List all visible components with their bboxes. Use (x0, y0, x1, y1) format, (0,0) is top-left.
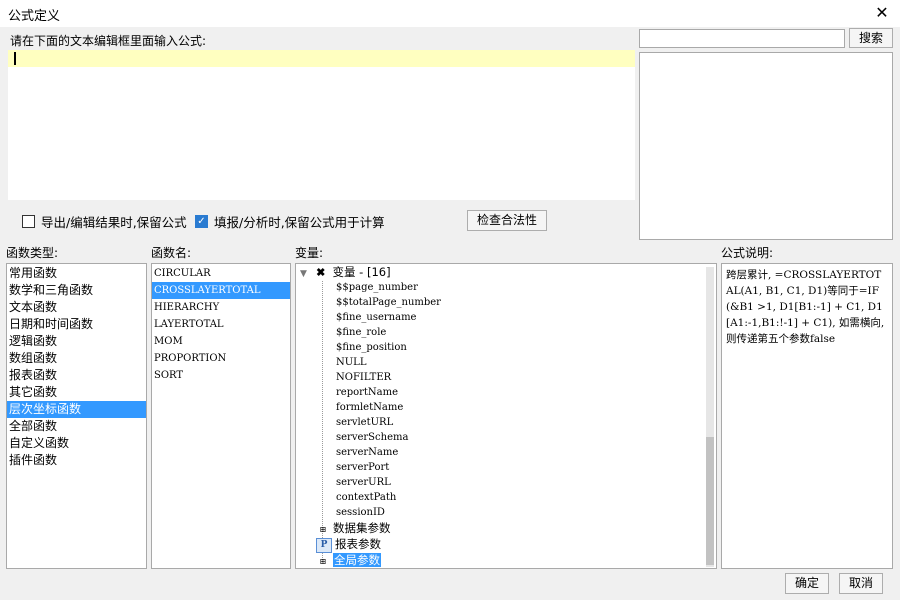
variable-item[interactable]: $fine_username (336, 310, 416, 325)
keep-formula-fill-label: 填报/分析时,保留公式用于计算 (214, 214, 385, 230)
param-group-label: 数据集参数 (333, 521, 391, 535)
variable-item[interactable]: $$totalPage_number (336, 295, 441, 310)
function-name-label: 函数名: (151, 246, 192, 260)
param-group-global[interactable]: ⊞ 全局参数 (316, 553, 381, 568)
collapse-arrow-icon[interactable]: ▼ (300, 269, 307, 279)
function-type-label: 函数类型: (6, 246, 59, 260)
variables-x-icon: ✖ (316, 266, 326, 279)
keep-formula-export-label: 导出/编辑结果时,保留公式 (41, 214, 187, 230)
variable-item[interactable]: serverPort (336, 460, 389, 475)
keep-formula-export-checkbox[interactable] (22, 214, 35, 228)
function-type-item[interactable]: 全部函数 (7, 418, 146, 435)
variable-item[interactable]: NOFILTER (336, 370, 391, 385)
function-name-item[interactable]: CIRCULAR (152, 265, 290, 282)
variables-label: 变量: (295, 246, 324, 260)
formula-description-text: 跨层累计, =CROSSLAYERTOTAL(A1, B1, C1, D1)等同… (726, 269, 885, 345)
keep-formula-fill-option[interactable]: ✓ 填报/分析时,保留公式用于计算 (195, 211, 385, 231)
variable-item[interactable]: serverName (336, 445, 398, 460)
function-type-list[interactable]: 常用函数 数学和三角函数 文本函数 日期和时间函数 逻辑函数 数组函数 报表函数… (6, 263, 147, 569)
search-results[interactable] (639, 52, 893, 240)
function-name-item[interactable]: LAYERTOTAL (152, 316, 290, 333)
tree-guide-line (322, 281, 323, 562)
global-param-icon: ⊞ (319, 557, 327, 566)
variable-item[interactable]: sessionID (336, 505, 385, 520)
function-type-item[interactable]: 文本函数 (7, 299, 146, 316)
function-name-item-selected[interactable]: CROSSLAYERTOTAL (152, 282, 290, 299)
title-bar (0, 0, 900, 27)
function-type-item[interactable]: 其它函数 (7, 384, 146, 401)
close-icon[interactable]: ✕ (871, 3, 893, 23)
function-type-item[interactable]: 日期和时间函数 (7, 316, 146, 333)
function-type-item[interactable]: 报表函数 (7, 367, 146, 384)
window-title: 公式定义 (8, 9, 61, 24)
function-type-item[interactable]: 自定义函数 (7, 435, 146, 452)
function-type-item[interactable]: 数组函数 (7, 350, 146, 367)
function-type-item[interactable]: 插件函数 (7, 452, 146, 469)
keep-formula-fill-checkbox[interactable]: ✓ (195, 214, 208, 228)
cancel-button[interactable]: 取消 (839, 573, 883, 594)
dataset-param-icon: ⊞ (319, 525, 327, 534)
param-group-label: 报表参数 (335, 537, 381, 551)
variable-item[interactable]: $fine_position (336, 340, 407, 355)
function-name-list[interactable]: CIRCULAR CROSSLAYERTOTAL HIERARCHY LAYER… (151, 263, 291, 569)
formula-editor[interactable] (8, 50, 635, 200)
function-type-item[interactable]: 数学和三角函数 (7, 282, 146, 299)
variable-item[interactable]: NULL (336, 355, 366, 370)
text-caret (14, 52, 16, 65)
check-validity-button[interactable]: 检查合法性 (467, 210, 547, 231)
function-name-item[interactable]: PROPORTION (152, 350, 290, 367)
keep-formula-export-option[interactable]: 导出/编辑结果时,保留公式 (22, 211, 187, 231)
variable-item[interactable]: formletName (336, 400, 403, 415)
function-type-item[interactable]: 常用函数 (7, 265, 146, 282)
variables-root[interactable]: ▼ ✖ 变量 - [16] (300, 265, 391, 280)
function-name-item[interactable]: MOM (152, 333, 290, 350)
param-group-report[interactable]: P 报表参数 (316, 537, 381, 553)
variable-item[interactable]: $$page_number (336, 280, 418, 295)
param-group-label-selected: 全局参数 (333, 553, 381, 567)
function-name-item[interactable]: SORT (152, 367, 290, 384)
formula-description: 跨层累计, =CROSSLAYERTOTAL(A1, B1, C1, D1)等同… (721, 263, 893, 569)
ok-button[interactable]: 确定 (785, 573, 829, 594)
editor-label: 请在下面的文本编辑框里面输入公式: (10, 34, 207, 48)
variable-item[interactable]: contextPath (336, 490, 396, 505)
variable-item[interactable]: serverURL (336, 475, 391, 490)
param-group-dataset[interactable]: ⊞ 数据集参数 (316, 521, 391, 536)
variables-tree[interactable]: ▼ ✖ 变量 - [16] $$page_number $$totalPage_… (295, 263, 717, 569)
current-line-highlight (8, 50, 635, 67)
variable-item[interactable]: $fine_role (336, 325, 386, 340)
description-label: 公式说明: (721, 246, 774, 260)
function-type-item[interactable]: 逻辑函数 (7, 333, 146, 350)
variables-scrollbar[interactable] (706, 267, 714, 567)
variable-item[interactable]: servletURL (336, 415, 393, 430)
variables-root-label: 变量 - [16] (332, 265, 391, 279)
search-input[interactable] (639, 29, 845, 48)
report-param-icon: P (316, 538, 332, 553)
variable-item[interactable]: serverSchema (336, 430, 408, 445)
search-button[interactable]: 搜索 (849, 28, 893, 48)
function-type-item-selected[interactable]: 层次坐标函数 (7, 401, 146, 418)
variable-item[interactable]: reportName (336, 385, 398, 400)
variables-scroll-thumb[interactable] (706, 437, 714, 565)
function-name-item[interactable]: HIERARCHY (152, 299, 290, 316)
